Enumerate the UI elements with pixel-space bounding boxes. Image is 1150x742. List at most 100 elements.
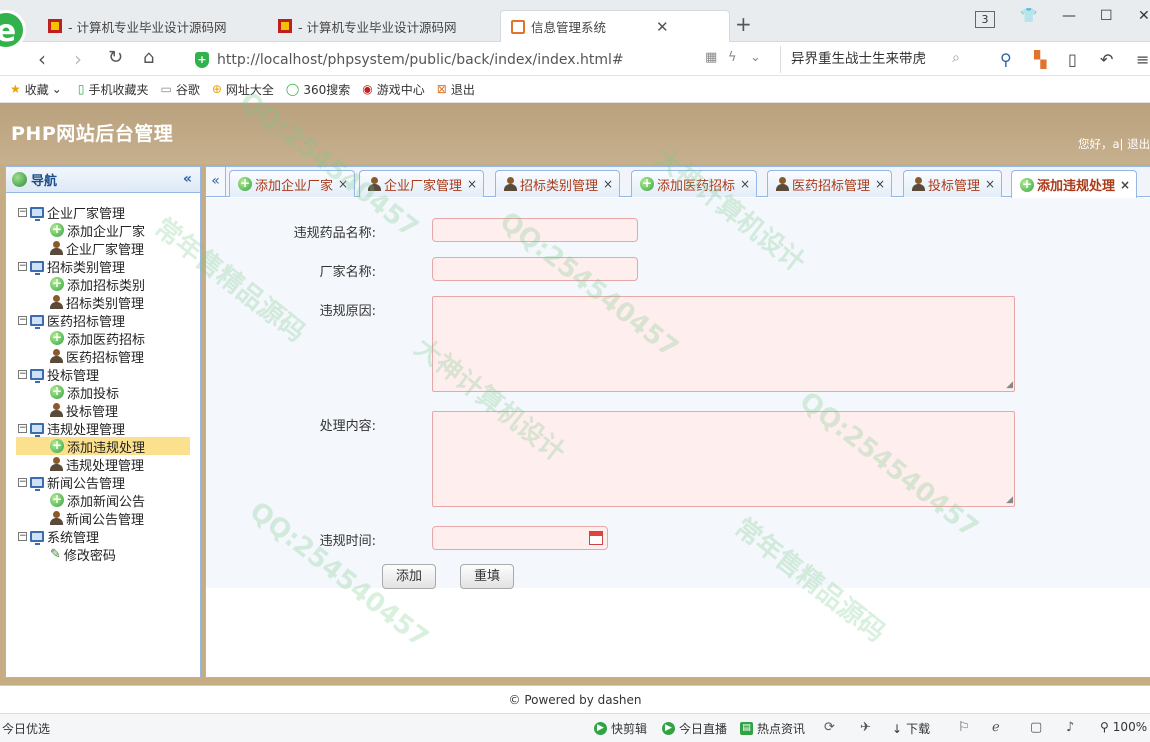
close-icon[interactable]: × [875,177,885,191]
reason-textarea[interactable]: ◢ [432,296,1015,392]
url-field[interactable]: + http://localhost/phpsystem/public/back… [195,46,775,73]
bookmark-mobile-favorites[interactable]: ▯ 手机收藏夹 [78,81,149,98]
tree-group-medical-bid[interactable]: − 医药招标管理 [6,311,200,330]
tree-group-violation[interactable]: − 违规处理管理 [6,419,200,438]
bookmark-favorites[interactable]: ★ 收藏 ⌄ [10,81,66,98]
user-greeting-logout[interactable]: 您好，a| 退出 [1078,136,1150,152]
refresh-icon[interactable]: ↻ [108,47,123,68]
reset-button[interactable]: 重填 [460,564,514,589]
browser-tab-3-active[interactable]: 信息管理系统 ✕ [500,10,730,42]
resize-grip-icon[interactable]: ◢ [1006,380,1013,390]
tab-manage-tender[interactable]: 投标管理 × [903,170,1003,197]
tree-item-manage-news[interactable]: 新闻公告管理 [6,509,200,528]
tree-item-add-manufacturer[interactable]: + 添加企业厂家 [6,221,200,240]
close-icon[interactable]: × [1120,178,1130,192]
forward-arrow-icon[interactable]: › [74,47,82,71]
new-tab-plus-icon[interactable]: + [735,12,752,36]
apps-grid-icon[interactable]: ▚ [1034,50,1046,69]
speaker-icon[interactable]: ♪ [1066,720,1074,735]
tree-item-manage-manufacturer[interactable]: 企业厂家管理 [6,239,200,258]
tab-add-medical-bid[interactable]: + 添加医药招标 × [631,170,758,197]
tree-item-manage-bid-category[interactable]: 招标类别管理 [6,293,200,312]
tab-add-violation-active[interactable]: + 添加违规处理 × [1011,170,1138,198]
bookmark-site-directory[interactable]: ⊕ 网址大全 [212,81,274,98]
collapse-minus-icon[interactable]: − [18,477,27,487]
tree-item-add-bid-category[interactable]: + 添加招标类别 [6,275,200,294]
tab-manage-bid-category[interactable]: 招标类别管理 × [495,170,621,197]
ie-compat-icon[interactable]: ℯ [992,720,1000,735]
bookmark-exit[interactable]: ⊠ 退出 [437,81,475,98]
bookmark-360-search[interactable]: ◯ 360搜索 [286,81,350,98]
tree-group-news[interactable]: − 新闻公告管理 [6,473,200,492]
resize-grip-icon[interactable]: ◢ [1006,495,1013,505]
tree-item-manage-tender[interactable]: 投标管理 [6,401,200,420]
tab-manage-medical-bid[interactable]: 医药招标管理 × [767,170,893,197]
search-icon[interactable]: ⌕ [952,50,960,66]
window-icon[interactable]: ▢ [1030,720,1042,735]
search-input[interactable]: 异界重生战士生来带虎 [780,46,975,73]
collapse-double-chevron-icon[interactable]: « [183,171,192,187]
qr-grid-icon[interactable]: ▦ [705,50,717,65]
reader-icon[interactable]: ▯ [1068,50,1077,69]
collapse-minus-icon[interactable]: − [18,531,27,541]
lightning-icon[interactable]: ϟ [728,50,737,65]
collapse-minus-icon[interactable]: − [18,207,27,217]
content-textarea[interactable]: ◢ [432,411,1015,507]
drug-name-input[interactable] [432,218,638,242]
tree-item-add-violation[interactable]: + 添加违规处理 [16,437,190,456]
tab-manage-manufacturer[interactable]: 企业厂家管理 × [359,170,485,197]
collapse-minus-icon[interactable]: − [18,315,27,325]
tree-item-add-medical-bid[interactable]: + 添加医药招标 [6,329,200,348]
chevron-down-icon[interactable]: ⌄ [750,50,761,65]
home-icon[interactable]: ⌂ [143,47,154,68]
speed-icon[interactable]: ⟳ [824,720,835,735]
menu-icon[interactable]: ≡ [1136,50,1149,69]
live-today-link[interactable]: ▶ 今日直播 [662,720,727,737]
maximize-icon[interactable]: ☐ [1100,8,1113,24]
bookmark-google[interactable]: ▭ 谷歌 [160,81,199,98]
undo-icon[interactable]: ↶ [1100,50,1113,69]
monitor-icon [30,476,44,491]
minimize-icon[interactable]: — [1062,8,1076,24]
tree-item-change-password[interactable]: ✎ 修改密码 [6,545,200,564]
skin-shirt-icon[interactable]: 👕 [1020,8,1037,24]
collapse-minus-icon[interactable]: − [18,369,27,379]
collapse-minus-icon[interactable]: − [18,261,27,271]
close-icon[interactable]: × [603,177,613,191]
tabs-scroll-left-icon[interactable]: « [206,167,226,196]
back-arrow-icon[interactable]: ‹ [38,47,46,71]
window-close-icon[interactable]: ✕ [1138,8,1150,24]
manufacturer-input[interactable] [432,257,638,281]
close-icon[interactable]: ✕ [656,18,669,36]
user-icon [50,241,63,255]
browser-tab-2[interactable]: - 计算机专业毕业设计源码网 [268,10,467,42]
tree-group-tender[interactable]: − 投标管理 [6,365,200,384]
tree-group-system[interactable]: − 系统管理 [6,527,200,546]
close-icon[interactable]: × [985,177,995,191]
tree-group-bid-category[interactable]: − 招标类别管理 [6,257,200,276]
close-icon[interactable]: × [740,177,750,191]
tab-count-badge[interactable]: 3 [975,11,995,28]
hot-news-link[interactable]: ▤ 热点资讯 [740,720,805,737]
tree-item-add-news[interactable]: + 添加新闻公告 [6,491,200,510]
collapse-minus-icon[interactable]: − [18,423,27,433]
add-button[interactable]: 添加 [382,564,436,589]
tree-item-manage-medical-bid[interactable]: 医药招标管理 [6,347,200,366]
calendar-icon[interactable] [589,531,603,545]
find-magnifier-icon[interactable]: ⚲ [1000,50,1012,69]
download-link[interactable]: ↓ 下载 [892,720,930,737]
browser-tab-1[interactable]: - 计算机专业毕业设计源码网 [38,10,237,42]
quick-cut-link[interactable]: ▶ 快剪辑 [594,720,647,737]
tree-item-manage-violation[interactable]: 违规处理管理 [6,455,200,474]
zoom-level[interactable]: ⚲ 100% [1100,720,1147,734]
flag-icon[interactable]: ⚐ [958,720,970,735]
violation-time-input[interactable] [432,526,608,550]
bookmark-game-center[interactable]: ◉ 游戏中心 [362,81,425,98]
tab-add-manufacturer[interactable]: + 添加企业厂家 × [229,170,356,197]
tree-item-add-tender[interactable]: + 添加投标 [6,383,200,402]
today-picks-link[interactable]: 今日优选 [2,720,50,737]
close-icon[interactable]: × [338,177,348,191]
tree-group-manufacturer[interactable]: − 企业厂家管理 [6,203,200,222]
pin-icon[interactable]: ✈ [860,720,871,735]
close-icon[interactable]: × [467,177,477,191]
